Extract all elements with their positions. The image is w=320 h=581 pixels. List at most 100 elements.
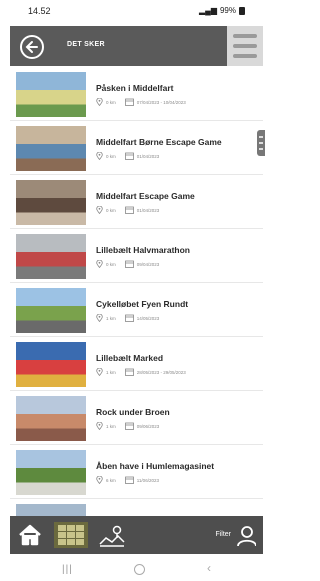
event-list-item[interactable]: Påsken i Middelfart 0 km 07/04/2023 - 10… xyxy=(10,67,263,121)
calendar-icon xyxy=(124,476,134,484)
grid-cell xyxy=(67,539,75,545)
event-distance: 1 km xyxy=(106,369,116,375)
status-icons: ▂▄▆ 99% xyxy=(199,6,245,15)
event-date: 28/05/2023 - 29/05/2023 xyxy=(136,369,186,375)
bottom-navigation: Filter xyxy=(10,516,263,554)
grid-cell xyxy=(76,525,84,531)
calendar-icon xyxy=(124,368,134,376)
handle-grip xyxy=(259,148,263,150)
event-date: 09/06/2023 xyxy=(136,423,160,429)
calendar-icon xyxy=(124,422,134,430)
event-list-item[interactable]: Åben have i Humlemagasinet 6 km 11/06/20… xyxy=(10,445,263,499)
status-time: 14.52 xyxy=(28,6,51,16)
location-pin-icon xyxy=(96,98,103,106)
grid-icon xyxy=(58,525,66,531)
event-date: 14/05/2023 xyxy=(136,315,160,321)
location-pin-icon xyxy=(96,368,103,376)
arrow-left-icon xyxy=(25,41,38,53)
event-thumbnail xyxy=(16,288,86,333)
hamburger-bar xyxy=(233,44,257,48)
location-pin-icon xyxy=(96,152,103,160)
event-thumbnail xyxy=(16,450,86,495)
event-thumbnail xyxy=(16,396,86,441)
event-date: 11/06/2023 xyxy=(136,477,159,483)
event-thumbnail xyxy=(16,342,86,387)
event-meta: 0 km 01/04/2023 xyxy=(96,152,159,160)
event-thumbnail xyxy=(16,234,86,279)
hamburger-bar xyxy=(233,54,257,58)
grid-cell xyxy=(76,532,84,538)
event-meta: 0 km 07/04/2023 - 10/04/2023 xyxy=(96,98,186,106)
grid-view-button[interactable] xyxy=(54,522,88,548)
event-meta: 1 km 28/05/2023 - 29/05/2023 xyxy=(96,368,186,376)
event-date: 09/04/2023 xyxy=(136,261,160,267)
event-thumbnail xyxy=(16,126,86,171)
grid-cell xyxy=(58,539,66,545)
back-chevron-icon[interactable]: ‹ xyxy=(207,561,211,575)
location-pin-icon xyxy=(96,206,103,214)
grid-cell xyxy=(76,539,84,545)
page-title: DET SKER xyxy=(67,41,105,48)
event-distance: 0 km xyxy=(106,99,116,105)
event-list-item[interactable]: Middelfart Børne Escape Game 0 km 01/04/… xyxy=(10,121,263,175)
event-list-item[interactable]: Middelfart Escape Game 0 km 01/04/2023 xyxy=(10,175,263,229)
event-date: 07/04/2023 - 10/04/2023 xyxy=(136,99,186,105)
event-distance: 0 km xyxy=(106,207,116,213)
filter-label[interactable]: Filter xyxy=(215,531,231,538)
filter-user-icon[interactable] xyxy=(236,525,256,547)
calendar-icon xyxy=(124,206,134,214)
status-bar: 14.52 ▂▄▆ 99% xyxy=(0,0,265,24)
event-title: Åben have i Humlemagasinet xyxy=(96,461,215,471)
calendar-icon xyxy=(124,314,134,322)
location-pin-icon xyxy=(96,476,103,484)
event-distance: 6 km xyxy=(106,477,116,483)
event-distance: 0 km xyxy=(106,261,116,267)
event-distance: 0 km xyxy=(106,153,116,159)
event-thumbnail xyxy=(16,72,86,117)
app-screen: 14.52 ▂▄▆ 99% DET SKER Påsken i Middelfa… xyxy=(0,0,265,581)
calendar-icon xyxy=(124,260,134,268)
recents-icon[interactable]: ||| xyxy=(62,564,73,575)
event-meta: 1 km 09/06/2023 xyxy=(96,422,159,430)
signal-icon: ▂▄▆ xyxy=(199,6,217,15)
side-handle[interactable] xyxy=(257,130,265,156)
event-meta: 0 km 09/04/2023 xyxy=(96,260,159,268)
battery-icon xyxy=(239,6,245,15)
event-list-item[interactable]: Rock under Broen 1 km 09/06/2023 xyxy=(10,391,263,445)
battery-label: 99% xyxy=(219,6,236,15)
hamburger-icon xyxy=(233,34,257,38)
event-title: Middelfart Escape Game xyxy=(96,191,195,201)
event-title: Lillebælt Halvmarathon xyxy=(96,245,190,255)
event-date: 01/04/2023 xyxy=(136,153,160,159)
app-header: DET SKER xyxy=(10,26,263,66)
home-circle-icon[interactable] xyxy=(134,564,145,575)
handle-grip xyxy=(259,136,263,138)
event-title: Middelfart Børne Escape Game xyxy=(96,137,222,147)
location-pin-icon xyxy=(96,314,103,322)
event-list-item[interactable]: Lillebælt Marked 1 km 28/05/2023 - 29/05… xyxy=(10,337,263,391)
event-thumbnail xyxy=(16,180,86,225)
event-date: 01/04/2023 xyxy=(136,207,160,213)
grid-cell xyxy=(67,532,75,538)
back-button[interactable] xyxy=(20,35,44,59)
map-icon[interactable] xyxy=(98,524,126,548)
menu-button[interactable] xyxy=(227,26,263,66)
event-title: Påsken i Middelfart xyxy=(96,83,174,93)
event-list: Påsken i Middelfart 0 km 07/04/2023 - 10… xyxy=(10,67,263,553)
system-navigation-bar: ||| ‹ xyxy=(0,556,265,581)
event-distance: 1 km xyxy=(106,315,116,321)
event-distance: 1 km xyxy=(106,423,116,429)
location-pin-icon xyxy=(96,260,103,268)
event-title: Rock under Broen xyxy=(96,407,170,417)
handle-grip xyxy=(259,142,263,144)
home-icon[interactable] xyxy=(10,516,50,554)
grid-cell xyxy=(67,525,75,531)
calendar-icon xyxy=(124,152,134,160)
calendar-icon xyxy=(124,98,134,106)
event-meta: 6 km 11/06/2023 xyxy=(96,476,159,484)
event-list-item[interactable]: Cykelløbet Fyen Rundt 1 km 14/05/2023 xyxy=(10,283,263,337)
event-meta: 1 km 14/05/2023 xyxy=(96,314,159,322)
grid-cell xyxy=(58,532,66,538)
event-meta: 0 km 01/04/2023 xyxy=(96,206,159,214)
event-list-item[interactable]: Lillebælt Halvmarathon 0 km 09/04/2023 xyxy=(10,229,263,283)
